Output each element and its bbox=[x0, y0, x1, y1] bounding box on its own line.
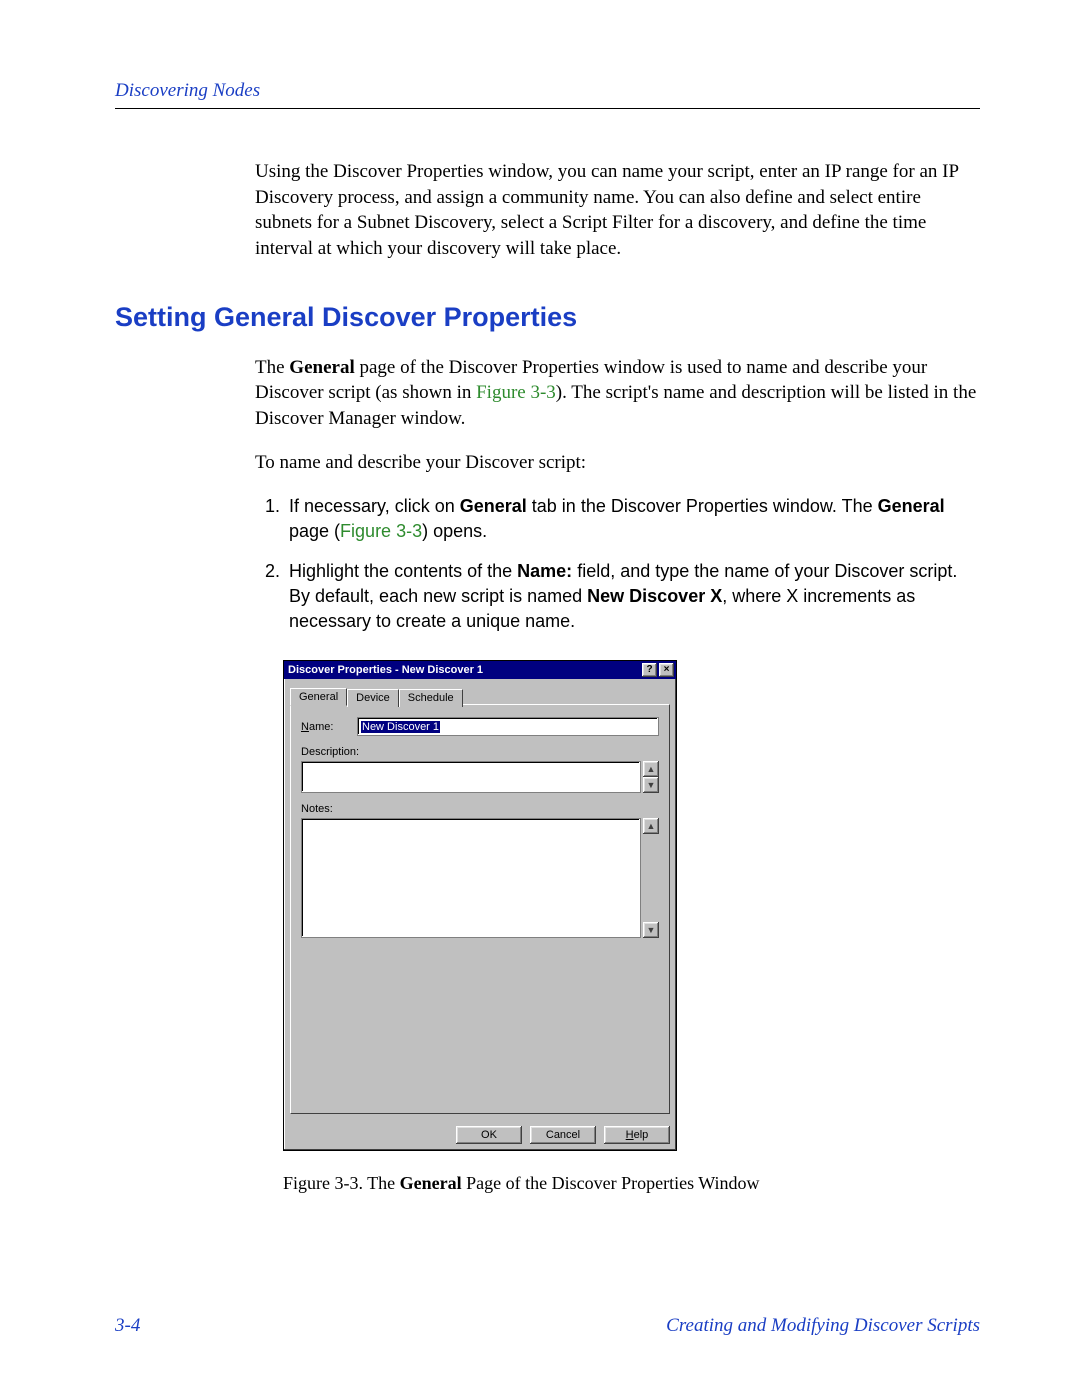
footer-title: Creating and Modifying Discover Scripts bbox=[666, 1315, 980, 1337]
figure-link[interactable]: Figure 3-3 bbox=[476, 382, 556, 403]
discover-properties-window: Discover Properties - New Discover 1 ? ×… bbox=[283, 660, 677, 1151]
tab-strip: General Device Schedule bbox=[290, 687, 670, 705]
help-button[interactable]: Help bbox=[604, 1126, 670, 1144]
tab-device[interactable]: Device bbox=[347, 689, 399, 707]
scroll-up-icon[interactable]: ▲ bbox=[643, 818, 659, 834]
body-paragraph-1: The General page of the Discover Propert… bbox=[255, 355, 980, 432]
step-2: Highlight the contents of the Name: fiel… bbox=[285, 559, 980, 635]
notes-field[interactable] bbox=[301, 818, 641, 938]
help-icon[interactable]: ? bbox=[642, 663, 657, 677]
tab-general[interactable]: General bbox=[290, 688, 347, 706]
step-1: If necessary, click on General tab in th… bbox=[285, 494, 980, 544]
name-field[interactable]: New Discover 1 bbox=[357, 717, 659, 736]
figure-link[interactable]: Figure 3-3 bbox=[340, 521, 422, 541]
header-rule bbox=[115, 108, 980, 109]
general-tab-pane: Name: New Discover 1 Description: ▲ ▼ No… bbox=[290, 704, 670, 1114]
scroll-down-icon[interactable]: ▼ bbox=[643, 777, 659, 793]
window-title: Discover Properties - New Discover 1 bbox=[288, 664, 640, 676]
close-icon[interactable]: × bbox=[659, 663, 674, 677]
steps-list: If necessary, click on General tab in th… bbox=[255, 494, 980, 634]
notes-label: Notes: bbox=[301, 803, 659, 815]
figure-caption: Figure 3-3. The General Page of the Disc… bbox=[283, 1173, 980, 1194]
page-footer: 3-4 Creating and Modifying Discover Scri… bbox=[115, 1315, 980, 1337]
scroll-up-icon[interactable]: ▲ bbox=[643, 761, 659, 777]
name-label: Name: bbox=[301, 721, 357, 733]
dialog-screenshot: Discover Properties - New Discover 1 ? ×… bbox=[283, 660, 980, 1151]
description-field[interactable] bbox=[301, 761, 641, 793]
scroll-down-icon[interactable]: ▼ bbox=[643, 922, 659, 938]
intro-paragraph: Using the Discover Properties window, yo… bbox=[255, 159, 980, 262]
page-header: Discovering Nodes bbox=[115, 80, 980, 102]
titlebar[interactable]: Discover Properties - New Discover 1 ? × bbox=[284, 661, 676, 679]
body-paragraph-2: To name and describe your Discover scrip… bbox=[255, 450, 980, 476]
ok-button[interactable]: OK bbox=[456, 1126, 522, 1144]
section-heading: Setting General Discover Properties bbox=[115, 302, 980, 333]
tab-schedule[interactable]: Schedule bbox=[399, 689, 463, 707]
page-number: 3-4 bbox=[115, 1315, 140, 1337]
cancel-button[interactable]: Cancel bbox=[530, 1126, 596, 1144]
description-label: Description: bbox=[301, 746, 659, 758]
